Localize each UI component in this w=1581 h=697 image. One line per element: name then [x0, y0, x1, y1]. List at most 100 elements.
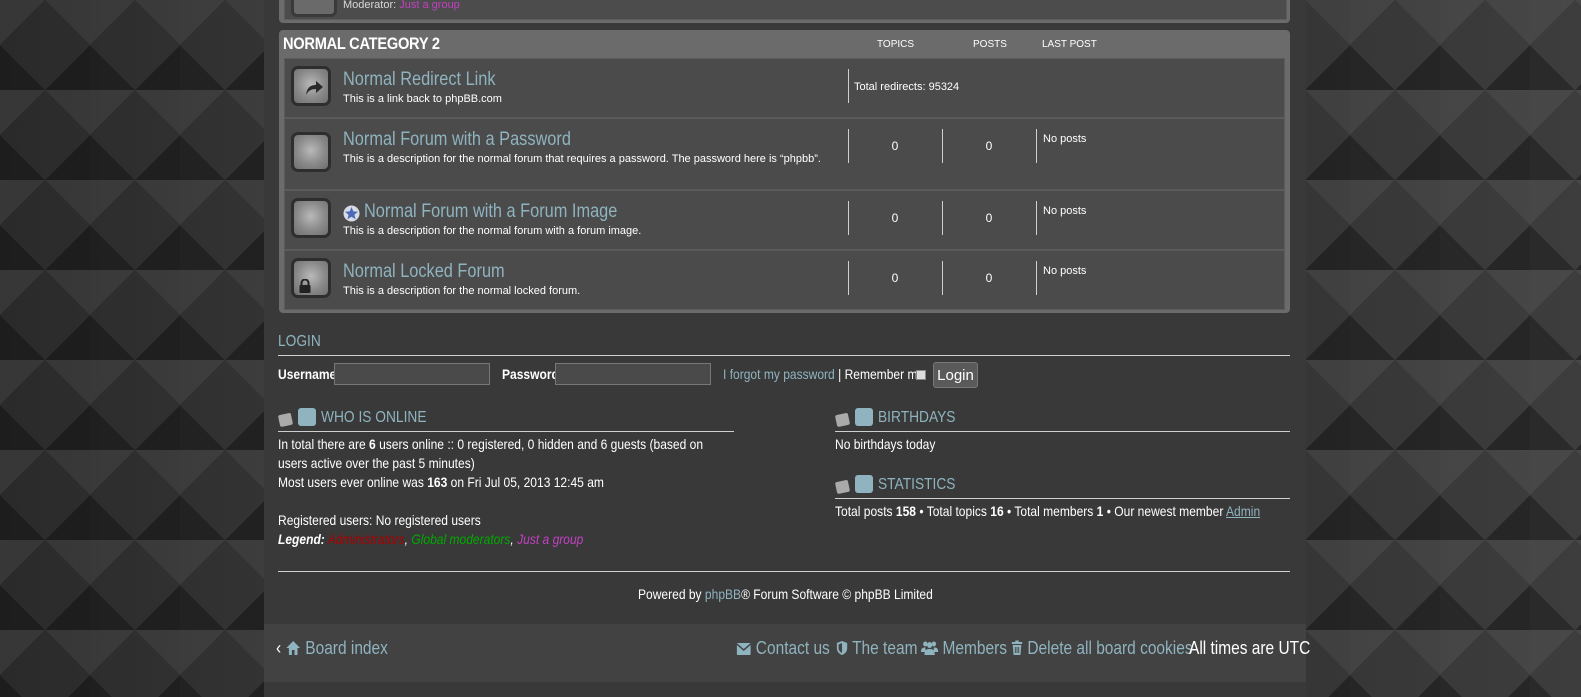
legend-label: Legend: [278, 531, 325, 547]
forum-row: Normal Locked Forum This is a descriptio… [284, 250, 1285, 310]
online-total-line: In total there are 6 users online :: 0 r… [278, 436, 703, 452]
contact-us-link[interactable]: Contact us [736, 638, 830, 659]
comma: , [404, 531, 409, 547]
shield-icon [836, 641, 848, 655]
password-label: Password: [502, 366, 563, 382]
topics-count: 0 [891, 139, 899, 153]
legend-global-moderators-link[interactable]: Global moderators [411, 531, 510, 547]
username-label: Username: [278, 366, 341, 382]
forum-description: This is a link back to phpBB.com [343, 93, 502, 105]
members-label: Members [942, 638, 1008, 658]
board-index-label: Board index [305, 638, 388, 658]
forum-row: Normal Forum with a Password This is a d… [284, 118, 1285, 190]
forum-category: NORMAL CATEGORY 2 TOPICS POSTS LAST POST… [279, 30, 1290, 313]
divider [848, 201, 849, 235]
topics-count: 0 [891, 271, 899, 285]
forum-read-icon [291, 132, 331, 172]
divider [278, 431, 734, 432]
forum-read-icon [291, 198, 331, 238]
divider [835, 498, 1290, 499]
remember-me-label: Remember me [844, 366, 925, 382]
the-team-label: The team [852, 638, 918, 658]
last-post: No posts [1043, 133, 1087, 145]
forum-title-link[interactable]: Normal Redirect Link [343, 69, 496, 91]
total-topics: 16 [990, 503, 1004, 519]
online-count: 6 [369, 436, 376, 452]
moderator-line: Moderator: Just a group [343, 0, 460, 11]
online-period-line: users active over the past 5 minutes) [278, 455, 475, 471]
category-title[interactable]: NORMAL CATEGORY 2 [283, 34, 440, 54]
total-posts: 158 [895, 503, 917, 519]
forgot-password-link[interactable]: I forgot my password [723, 366, 835, 382]
last-post: No posts [1043, 205, 1087, 217]
legend-line: Legend: Administrators, Global moderator… [278, 531, 583, 547]
statistics-icon [835, 475, 873, 494]
password-input[interactable] [555, 363, 711, 385]
timezone-text: All times are UTC [1189, 638, 1311, 658]
previous-forum-row: Moderator: Just a group [284, 0, 1287, 20]
delete-cookies-label: Delete all board cookies [1027, 638, 1193, 658]
record-text: on Fri Jul 05, 2013 12:45 am [447, 474, 604, 490]
forum-title-link[interactable]: Normal Locked Forum [343, 261, 505, 283]
delete-cookies-link[interactable]: Delete all board cookies [1011, 638, 1193, 659]
powered-text: ® Forum Software © phpBB Limited [740, 586, 933, 602]
divider [1036, 129, 1037, 163]
home-icon [286, 641, 301, 655]
the-team-link[interactable]: The team [836, 638, 917, 659]
forum-title-link[interactable]: Normal Forum with a Password [343, 129, 571, 151]
col-topics-header: TOPICS [877, 39, 915, 50]
login-title[interactable]: LOGIN [278, 333, 321, 351]
divider [848, 129, 849, 163]
members-link[interactable]: Members [921, 638, 1007, 659]
who-is-online-icon [278, 408, 316, 427]
stats-text: • Total members [1003, 503, 1097, 519]
forum-locked-icon [291, 258, 331, 298]
divider [942, 261, 943, 295]
lock-icon [299, 279, 311, 293]
online-text: users online :: 0 registered, 0 hidden a… [375, 436, 704, 452]
birthdays-title: BIRTHDAYS [878, 409, 956, 426]
posts-count: 0 [985, 139, 993, 153]
chevron-left-icon: ‹ [276, 638, 282, 658]
separator: | [838, 366, 842, 382]
divider [942, 201, 943, 235]
birthdays-text: No birthdays today [835, 436, 936, 452]
remember-me-checkbox[interactable] [916, 370, 926, 380]
col-last-post-header: LAST POST [1042, 39, 1097, 50]
newest-member-link[interactable]: Admin [1226, 503, 1260, 519]
legend-administrators-link[interactable]: Administrators [328, 531, 405, 547]
forum-title-link[interactable]: Normal Forum with a Forum Image [364, 201, 617, 223]
username-input[interactable] [334, 363, 490, 385]
board-index-link[interactable]: ‹ Board index [276, 638, 388, 659]
contact-us-label: Contact us [755, 638, 830, 658]
divider [1036, 261, 1037, 295]
stats-text: • Our newest member [1103, 503, 1227, 519]
divider [278, 571, 1290, 572]
redirect-count: Total redirects: 95324 [854, 81, 960, 93]
record-count: 163 [427, 474, 448, 490]
who-is-online-title[interactable]: WHO IS ONLINE [321, 409, 427, 427]
forum-link-icon [291, 66, 331, 106]
legend-group-link[interactable]: Just a group [517, 531, 583, 547]
login-button[interactable]: Login [933, 362, 978, 388]
stats-text: • Total topics [916, 503, 991, 519]
registered-users-line: Registered users: No registered users [278, 512, 481, 528]
divider [278, 355, 1290, 356]
forum-row: Normal Redirect Link This is a link back… [284, 58, 1285, 118]
previous-category: Moderator: Just a group [279, 0, 1290, 23]
statistics-line: Total posts 158 • Total topics 16 • Tota… [835, 503, 1260, 519]
star-icon [343, 205, 360, 222]
forum-row: Normal Forum with a Forum Image This is … [284, 190, 1285, 250]
online-text: In total there are [278, 436, 370, 452]
login-links: I forgot my password | Remember me [723, 366, 924, 382]
phpbb-link[interactable]: phpBB [705, 586, 741, 602]
envelope-icon [736, 643, 752, 655]
posts-count: 0 [985, 271, 993, 285]
moderator-group-link[interactable]: Just a group [399, 0, 460, 11]
divider [848, 69, 849, 103]
divider [835, 431, 1290, 432]
stats-text: Total posts [835, 503, 896, 519]
users-icon [921, 641, 939, 655]
page-wrap: Moderator: Just a group NORMAL CATEGORY … [264, 0, 1310, 697]
powered-by: Powered by phpBB® Forum Software © phpBB… [264, 586, 1306, 602]
